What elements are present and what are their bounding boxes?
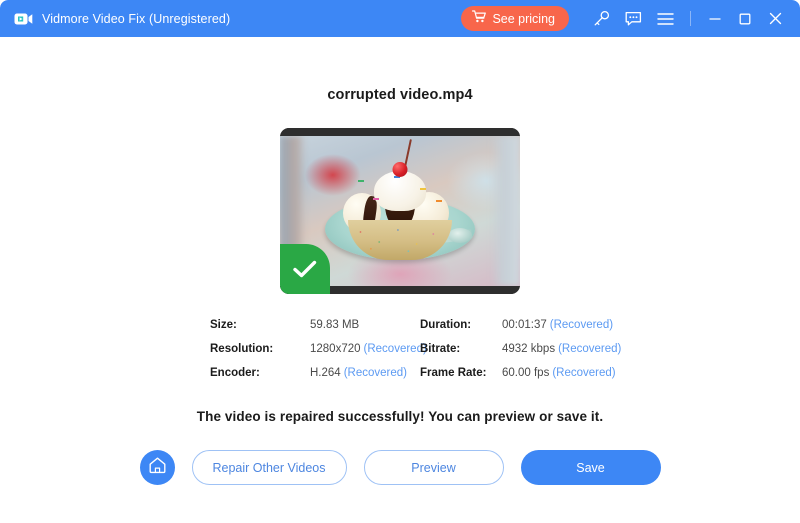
- home-button[interactable]: [139, 450, 175, 485]
- info-value-framerate-text: 60.00 fps: [502, 367, 550, 379]
- info-value-encoder-text: H.264: [310, 367, 341, 379]
- cereal-bowl: [348, 220, 452, 260]
- info-label-resolution: Resolution:: [210, 343, 274, 355]
- video-thumbnail[interactable]: [280, 128, 520, 294]
- info-value-size-text: 59.83 MB: [310, 319, 360, 331]
- check-icon: [280, 244, 330, 294]
- info-value-resolution-text: 1280x720: [310, 343, 361, 355]
- shopping-cart-icon: [472, 9, 487, 28]
- main-content: corrupted video.mp4 Size: 59.83 MB Durat…: [0, 37, 800, 523]
- blur-right: [490, 136, 520, 286]
- info-recovered-resolution: (Recovered): [363, 343, 427, 355]
- cherry: [392, 161, 408, 177]
- see-pricing-button[interactable]: See pricing: [461, 6, 569, 31]
- app-window: Vidmore Video Fix (Unregistered) See pri…: [0, 0, 800, 523]
- info-recovered-framerate: (Recovered): [552, 367, 616, 379]
- info-label-duration: Duration:: [420, 319, 472, 331]
- app-title: Vidmore Video Fix (Unregistered): [42, 11, 231, 26]
- video-camera-icon: [13, 9, 33, 29]
- success-message: The video is repaired successfully! You …: [196, 409, 604, 424]
- preview-button[interactable]: Preview: [363, 450, 504, 485]
- info-recovered-encoder: (Recovered): [343, 367, 407, 379]
- feedback-icon[interactable]: [620, 6, 646, 32]
- see-pricing-label: See pricing: [492, 11, 555, 26]
- info-recovered-duration: (Recovered): [549, 319, 614, 331]
- info-label-framerate: Frame Rate:: [420, 367, 487, 379]
- sprinkles: [347, 172, 458, 214]
- info-value-bitrate: 4932 kbps (Recovered): [502, 343, 621, 355]
- info-value-encoder: H.264 (Recovered): [310, 367, 420, 379]
- minimize-icon[interactable]: [700, 5, 730, 33]
- info-value-framerate: 60.00 fps (Recovered): [502, 367, 621, 379]
- info-value-size: 59.83 MB: [310, 319, 420, 331]
- titlebar-divider: [690, 11, 691, 26]
- info-value-duration: 00:01:37 (Recovered): [502, 319, 621, 331]
- home-icon: [148, 456, 167, 479]
- title-bar: Vidmore Video Fix (Unregistered) See pri…: [0, 0, 800, 37]
- info-value-resolution: 1280x720 (Recovered): [310, 343, 427, 355]
- info-value-duration-text: 00:01:37: [502, 319, 547, 331]
- repair-other-videos-button[interactable]: Repair Other Videos: [191, 450, 347, 485]
- menu-icon[interactable]: [652, 6, 678, 32]
- maximize-icon[interactable]: [730, 5, 760, 33]
- save-button[interactable]: Save: [520, 450, 661, 485]
- info-value-bitrate-text: 4932 kbps: [502, 343, 556, 355]
- key-icon[interactable]: [588, 6, 614, 32]
- action-bar: Repair Other Videos Preview Save: [139, 450, 661, 485]
- close-icon[interactable]: [760, 5, 790, 33]
- file-name-title: corrupted video.mp4: [327, 87, 473, 103]
- info-label-size: Size:: [210, 319, 237, 331]
- info-recovered-bitrate: (Recovered): [558, 343, 622, 355]
- cherry-stem: [404, 139, 413, 167]
- info-label-encoder: Encoder:: [210, 367, 260, 379]
- video-info-grid: Size: 59.83 MB Duration: 00:01:37 (Recove…: [210, 319, 621, 379]
- info-label-bitrate: Bitrate:: [420, 343, 461, 355]
